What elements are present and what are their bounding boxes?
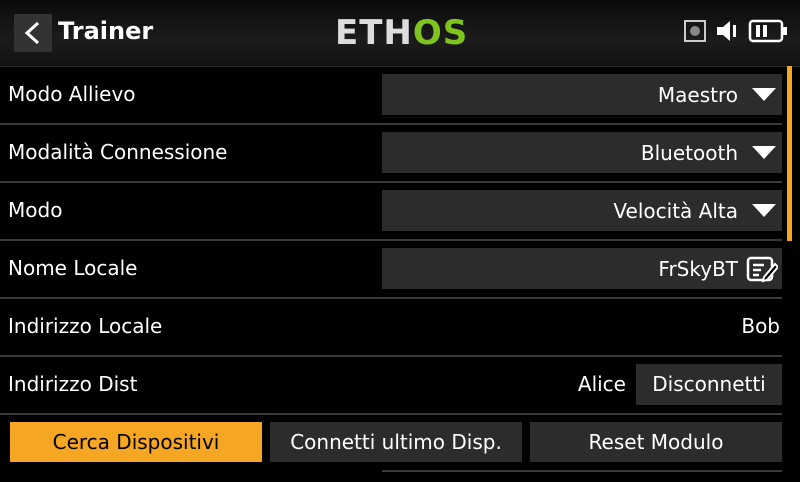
row-indirizzo-locale: Indirizzo Locale Bob	[0, 298, 782, 357]
modalita-connessione-dropdown[interactable]: Bluetooth	[382, 132, 782, 173]
connect-last-device-button[interactable]: Connetti ultimo Disp.	[270, 422, 522, 462]
nome-locale-input[interactable]: FrSkyBT	[382, 248, 782, 289]
page-title: Trainer	[58, 17, 154, 45]
row-label: Modo Allievo	[8, 82, 136, 106]
scrollbar[interactable]	[787, 66, 792, 241]
row-label: Indirizzo Dist	[8, 372, 138, 396]
speaker-icon	[716, 21, 736, 41]
row-label: Modalità Connessione	[8, 140, 228, 164]
dropdown-arrow-icon	[752, 88, 776, 101]
dropdown-arrow-icon	[752, 146, 776, 159]
battery-icon	[748, 19, 787, 43]
row-label: Indirizzo Locale	[8, 314, 163, 338]
ethos-logo: ETHOS	[335, 10, 468, 56]
row-indirizzo-dist: Indirizzo Dist Alice Disconnetti	[0, 356, 782, 415]
settings-list: Modo Allievo Maestro Modalità Connession…	[0, 66, 792, 482]
disconnect-button[interactable]: Disconnetti	[636, 364, 782, 405]
row-nome-locale: Nome Locale FrSkyBT	[0, 240, 782, 299]
edit-icon	[746, 256, 778, 283]
dropdown-arrow-icon	[752, 204, 776, 217]
logo-text-left: ETH	[335, 13, 413, 53]
status-icons	[680, 18, 788, 48]
dropdown-value: Bluetooth	[640, 141, 738, 165]
dropdown-value: Maestro	[657, 83, 738, 107]
row-label: Nome Locale	[8, 256, 138, 280]
modo-allievo-dropdown[interactable]: Maestro	[382, 74, 782, 115]
row-modalita-connessione: Modalità Connessione Bluetooth	[0, 124, 782, 183]
input-value: FrSkyBT	[658, 257, 738, 281]
top-bar: Trainer ETHOS	[0, 0, 800, 67]
row-label: Modo	[8, 198, 63, 222]
row-modo: Modo Velocità Alta	[0, 182, 782, 241]
dropdown-value: Velocità Alta	[613, 199, 738, 223]
chevron-left-icon	[24, 21, 40, 45]
sd-card-icon	[683, 20, 706, 42]
next-row-hint	[382, 470, 782, 482]
search-devices-button[interactable]: Cerca Dispositivi	[10, 422, 262, 462]
logo-text-right: OS	[412, 13, 469, 53]
local-address-value: Bob	[741, 314, 780, 338]
reset-module-button[interactable]: Reset Modulo	[530, 422, 782, 462]
back-button[interactable]	[14, 14, 52, 52]
row-modo-allievo: Modo Allievo Maestro	[0, 66, 782, 125]
modo-dropdown[interactable]: Velocità Alta	[382, 190, 782, 231]
remote-address-value: Alice	[577, 372, 626, 396]
